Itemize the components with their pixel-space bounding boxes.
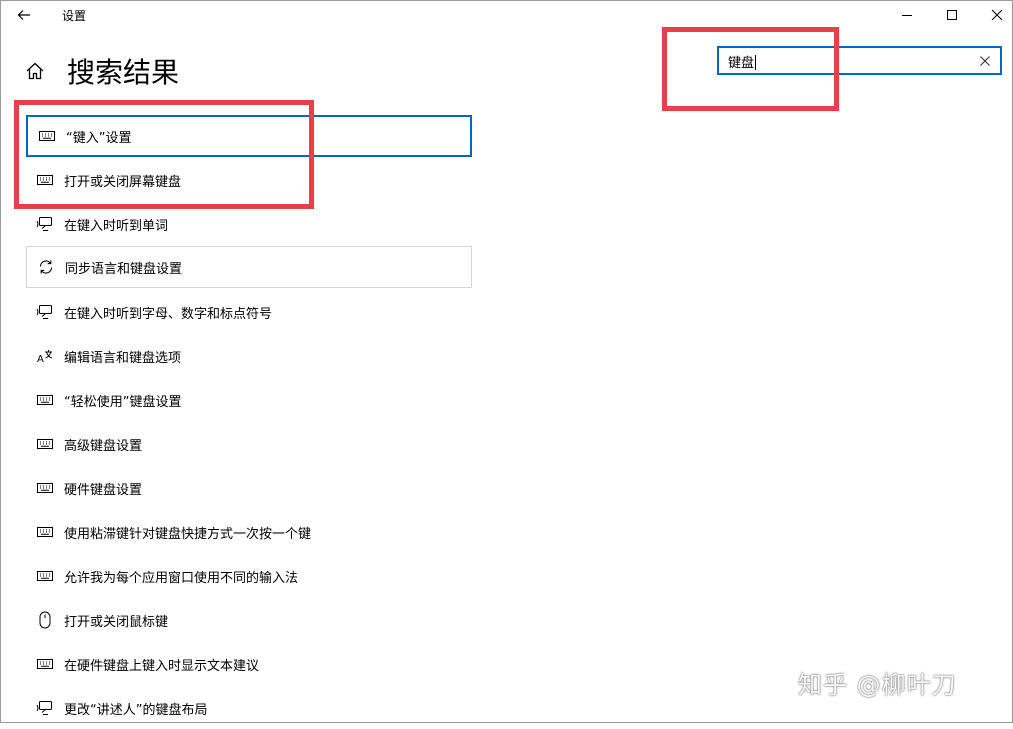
clear-icon [980,55,990,66]
result-item-edit-language[interactable]: A 编辑语言和键盘选项 [26,335,472,377]
result-item-sync-language[interactable]: 同步语言和键盘设置 [26,246,472,288]
keyboard-icon [26,175,64,185]
home-button[interactable] [22,58,48,84]
result-item-on-screen-keyboard[interactable]: 打开或关闭屏幕键盘 [26,159,472,201]
keyboard-icon [26,483,64,493]
result-label: 高级键盘设置 [64,438,143,454]
text-caret [755,55,757,70]
narrator-icon [26,216,64,232]
back-arrow-icon [17,10,30,20]
result-item-typing-settings[interactable]: “键入”设置 [26,115,472,157]
result-label: 硬件键盘设置 [64,482,143,498]
minimize-icon [902,15,912,16]
mouse-icon [26,611,64,629]
result-label: 在键入时听到字母、数字和标点符号 [64,306,273,322]
result-item-advanced-keyboard[interactable]: 高级键盘设置 [26,423,472,465]
watermark: 知乎 @柳叶刀 [798,671,957,699]
narrator-icon [26,700,64,716]
result-item-per-app-input[interactable]: 允许我为每个应用窗口使用不同的输入法 [26,555,472,597]
home-icon [26,62,44,80]
app-title: 设置 [62,9,87,23]
search-input[interactable]: 键盘 [717,46,1002,75]
result-label: “键入”设置 [66,130,132,146]
result-item-ease-keyboard[interactable]: “轻松使用”键盘设置 [26,379,472,421]
keyboard-icon [26,659,64,669]
keyboard-icon [28,131,66,141]
result-item-hear-characters[interactable]: 在键入时听到字母、数字和标点符号 [26,291,472,333]
keyboard-icon [26,439,64,449]
keyboard-icon [26,527,64,537]
keyboard-icon [26,395,64,405]
narrator-icon [26,304,64,320]
language-icon: A [26,348,64,364]
minimize-button[interactable] [884,0,930,30]
result-label: 允许我为每个应用窗口使用不同的输入法 [64,570,299,586]
result-label: 在键入时听到单词 [64,218,169,234]
svg-text:A: A [37,354,44,364]
result-label: 打开或关闭屏幕键盘 [64,174,182,190]
result-label: “轻松使用”键盘设置 [64,394,182,410]
title-bar: 设置 [0,0,1013,30]
result-item-text-suggestions[interactable]: 在硬件键盘上键入时显示文本建议 [26,643,472,685]
result-label: 同步语言和键盘设置 [65,261,183,277]
clear-search-button[interactable] [976,51,994,70]
result-label: 更改“讲述人”的键盘布局 [64,702,208,718]
result-label: 在硬件键盘上键入时显示文本建议 [64,658,260,674]
result-label: 使用粘滞键针对键盘快捷方式一次按一个键 [64,526,312,542]
maximize-button[interactable] [929,0,975,30]
keyboard-icon [26,571,64,581]
close-button[interactable] [974,0,1013,30]
result-label: 编辑语言和键盘选项 [64,350,182,366]
result-item-mouse-keys[interactable]: 打开或关闭鼠标键 [26,599,472,641]
close-icon [991,9,1003,21]
maximize-icon [947,10,957,20]
result-label: 打开或关闭鼠标键 [64,614,169,630]
search-value[interactable]: 键盘 [728,52,757,71]
sync-icon [27,259,65,275]
result-item-hear-words[interactable]: 在键入时听到单词 [26,203,472,245]
result-item-hardware-keyboard[interactable]: 硬件键盘设置 [26,467,472,509]
page-title: 搜索结果 [67,56,180,89]
result-item-sticky-keys[interactable]: 使用粘滞键针对键盘快捷方式一次按一个键 [26,511,472,553]
back-button[interactable] [10,2,38,28]
